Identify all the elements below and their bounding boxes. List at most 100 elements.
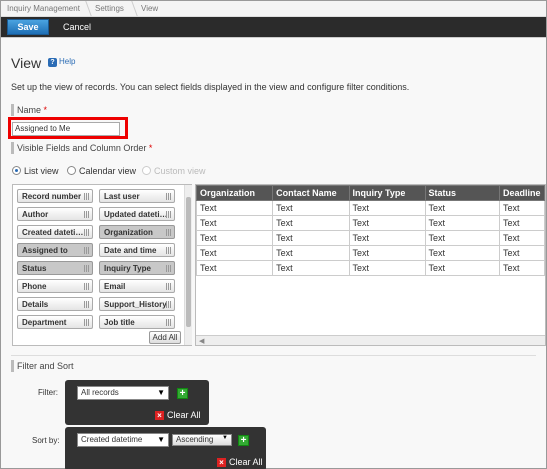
field-chip[interactable]: Job title (99, 315, 175, 329)
field-chip-label: Organization (104, 228, 153, 237)
breadcrumb-separator (78, 1, 92, 16)
field-chip[interactable]: Record number (17, 189, 93, 203)
table-cell: Text (196, 200, 274, 216)
drag-handle-icon[interactable] (84, 301, 89, 308)
table-cell: Text (272, 200, 350, 216)
field-chip[interactable]: Email (99, 279, 175, 293)
table-cell: Text (348, 200, 426, 216)
field-chip-label: Created dateti… (22, 228, 84, 237)
table-cell: Text (196, 245, 274, 261)
field-chip[interactable]: Details (17, 297, 93, 311)
sort-order-select[interactable]: Ascending ▼ (172, 434, 232, 446)
table-row: Text Text Text Text Text (196, 245, 545, 261)
field-chip-label: Support_History (104, 300, 167, 309)
drag-handle-icon[interactable] (166, 247, 171, 254)
table-cell: Text (272, 260, 350, 276)
field-chip-label: Email (104, 282, 126, 291)
field-chip[interactable]: Date and time (99, 243, 175, 257)
table-cell: Text (499, 260, 545, 276)
field-chip[interactable]: Author (17, 207, 93, 221)
page-description: Set up the view of records. You can sele… (11, 82, 410, 92)
section-marker (11, 360, 14, 372)
breadcrumb-settings[interactable]: Settings (95, 4, 124, 13)
field-chip[interactable]: Inquiry Type (99, 261, 175, 275)
drag-handle-icon[interactable] (166, 319, 171, 326)
field-chip[interactable]: Last user (99, 189, 175, 203)
add-sort-button[interactable]: + (238, 435, 249, 446)
page-title: View (11, 55, 42, 71)
breadcrumb-separator (124, 1, 138, 16)
drag-handle-icon[interactable] (84, 319, 89, 326)
field-chip[interactable]: Department (17, 315, 93, 329)
column-header[interactable]: Contact Name (272, 185, 350, 201)
table-cell: Text (499, 200, 545, 216)
sort-label: Sort by: (32, 436, 60, 445)
field-palette: Record number Last user Author Updated date… (12, 184, 192, 346)
drag-handle-icon[interactable] (84, 211, 89, 218)
field-chip[interactable]: Organization (99, 225, 175, 239)
drag-handle-icon[interactable] (166, 283, 171, 290)
field-chip[interactable]: Support_History (99, 297, 175, 311)
close-icon: × (155, 411, 164, 420)
cancel-button[interactable]: Cancel (57, 19, 97, 35)
field-chip[interactable]: Created dateti… (17, 225, 93, 239)
horizontal-scrollbar[interactable]: ◀ (196, 335, 545, 345)
field-chip[interactable]: Phone (17, 279, 93, 293)
field-chip[interactable]: Status (17, 261, 93, 275)
breadcrumb-app[interactable]: Inquiry Management (7, 4, 80, 13)
add-all-button[interactable]: Add All (149, 331, 181, 344)
column-header[interactable]: Organization (196, 185, 274, 201)
sort-clear-all-button[interactable]: × Clear All (217, 457, 263, 467)
drag-handle-icon[interactable] (84, 283, 89, 290)
table-cell: Text (499, 215, 545, 231)
table-cell: Text (348, 230, 426, 246)
name-section-label: Name * (17, 105, 48, 115)
table-cell: Text (424, 245, 501, 261)
palette-scrollbar[interactable] (184, 185, 192, 345)
field-chip-label: Updated dateti… (104, 210, 168, 219)
scroll-left-icon[interactable]: ◀ (199, 337, 204, 345)
field-chip-label: Details (22, 300, 49, 309)
filter-panel: All records ▼ + × Clear All (65, 380, 209, 425)
scrollbar-thumb[interactable] (186, 197, 191, 327)
sort-field-select[interactable]: Created datetime ▼ (77, 433, 169, 447)
column-header[interactable]: Inquiry Type (348, 185, 426, 201)
drag-handle-icon[interactable] (166, 211, 171, 218)
drag-handle-icon[interactable] (84, 265, 89, 272)
table-row: Text Text Text Text Text (196, 215, 545, 231)
field-chip[interactable]: Updated dateti… (99, 207, 175, 221)
fields-section-label: Visible Fields and Column Order * (17, 143, 153, 153)
table-cell: Text (272, 215, 350, 231)
field-chip-label: Inquiry Type (104, 264, 151, 273)
radio-calendar-view[interactable]: Calendar view (67, 166, 136, 176)
breadcrumb: Inquiry Management Settings View (1, 1, 546, 17)
drag-handle-icon[interactable] (84, 193, 89, 200)
drag-handle-icon[interactable] (84, 247, 89, 254)
column-header[interactable]: Deadline (499, 185, 545, 201)
filter-clear-all-button[interactable]: × Clear All (155, 410, 201, 420)
drag-handle-icon[interactable] (166, 193, 171, 200)
drag-handle-icon[interactable] (166, 265, 171, 272)
field-chip-label: Assigned to (22, 246, 68, 255)
save-button[interactable]: Save (7, 19, 49, 35)
filter-select[interactable]: All records ▼ (77, 386, 169, 400)
drag-handle-icon[interactable] (166, 301, 171, 308)
add-filter-button[interactable]: + (177, 388, 188, 399)
column-header[interactable]: Status (424, 185, 501, 201)
chevron-down-icon: ▼ (157, 435, 165, 444)
table-cell: Text (196, 230, 274, 246)
table-row: Text Text Text Text Text (196, 230, 545, 246)
question-icon: ? (48, 58, 57, 67)
field-chip[interactable]: Assigned to (17, 243, 93, 257)
radio-selected-icon (12, 166, 21, 175)
toolbar: Save Cancel (1, 17, 546, 37)
radio-list-view[interactable]: List view (12, 166, 59, 176)
preview-table: Organization Contact Name Inquiry Type S… (196, 185, 545, 276)
field-chip-label: Date and time (104, 246, 157, 255)
drag-handle-icon[interactable] (84, 229, 89, 236)
drag-handle-icon[interactable] (166, 229, 171, 236)
radio-disabled-icon (142, 166, 151, 175)
section-marker (11, 142, 14, 154)
help-link[interactable]: ? Help (48, 57, 75, 67)
help-label: Help (59, 57, 76, 66)
